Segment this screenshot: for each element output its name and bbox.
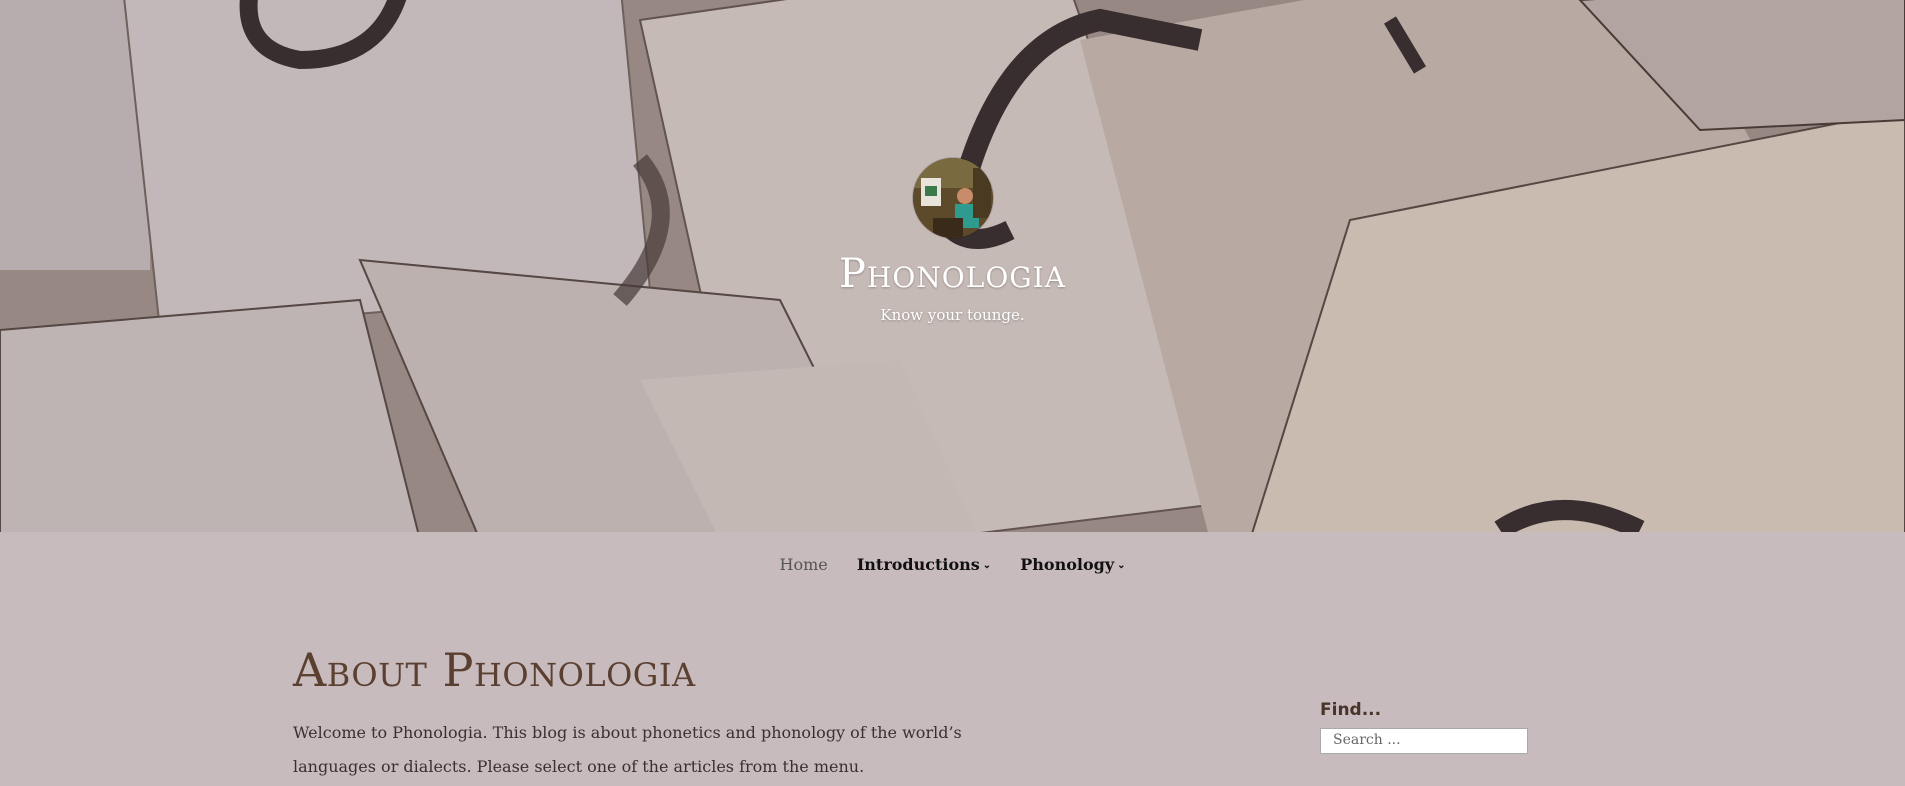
search-input[interactable]: Search ...	[1320, 728, 1528, 754]
page-content: Welcome to Phonologia. This blog is abou…	[293, 716, 993, 784]
chevron-down-icon: ⌄	[982, 560, 992, 571]
nav-item-home[interactable]: Home	[779, 555, 827, 574]
nav-item-introductions-label: Introductions	[856, 555, 980, 574]
nav-item-introductions[interactable]: Introductions ⌄	[857, 555, 991, 574]
site-title[interactable]: Phonologia	[0, 252, 1905, 296]
avatar-photo	[912, 158, 993, 238]
search-placeholder: Search ...	[1333, 732, 1401, 748]
page-title: About Phonologia	[293, 643, 696, 697]
content-line: languages or dialects. Please select one…	[293, 757, 865, 776]
site-tagline: Know your tounge.	[880, 306, 1025, 324]
nav-item-phonology-label: Phonology	[1020, 555, 1115, 574]
nav-item-home-label: Home	[779, 555, 828, 574]
nav-item-phonology[interactable]: Phonology ⌄	[1020, 555, 1125, 574]
content-line: Welcome to Phonologia. This blog is abou…	[293, 723, 962, 742]
site-logo-avatar[interactable]	[912, 158, 993, 238]
widget-title-find: Find...	[1320, 700, 1382, 720]
site-branding: Phonologia Know your tounge.	[0, 158, 1905, 324]
main-content: About Phonologia Welcome to Phonologia. …	[293, 640, 1013, 784]
sidebar: Find... Search ...	[1320, 700, 1540, 754]
chevron-down-icon: ⌄	[1117, 560, 1126, 571]
hero-header: Phonologia Know your tounge.	[0, 0, 1905, 532]
main-navigation: Home Introductions ⌄ Phonology ⌄	[0, 555, 1905, 574]
